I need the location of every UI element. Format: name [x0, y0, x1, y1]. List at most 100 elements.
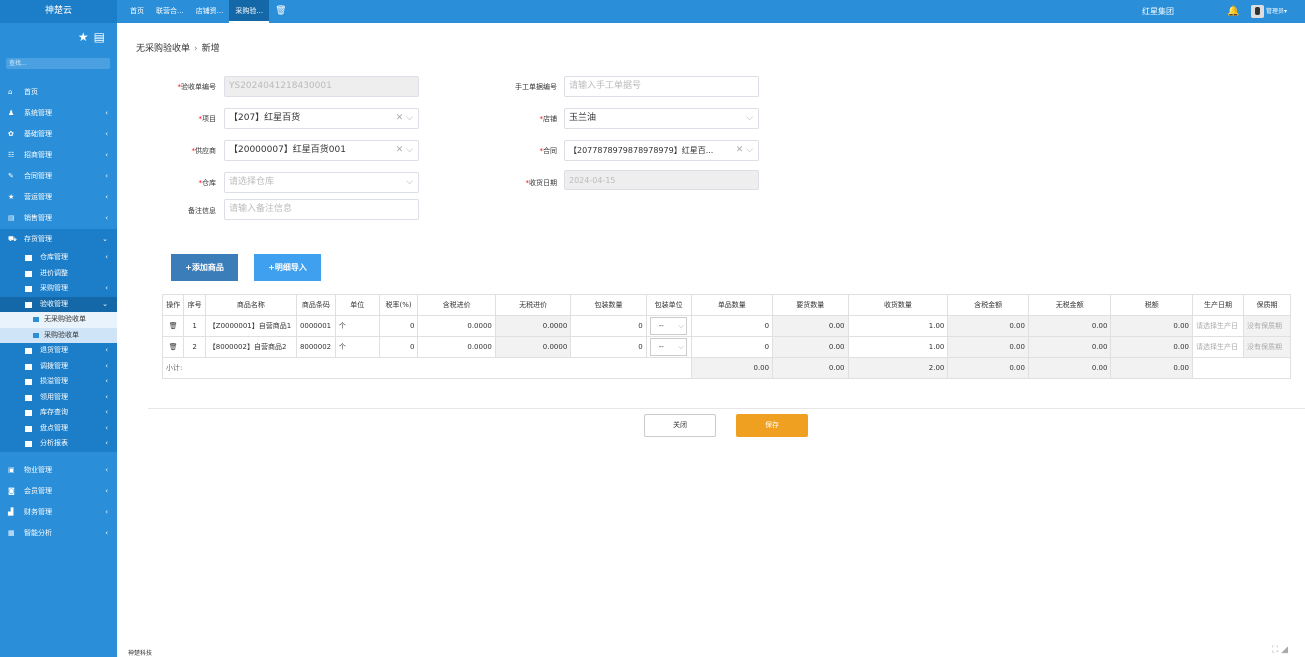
sidebar-item-member[interactable]: ◙ 会员管理 ‹: [0, 481, 117, 502]
delete-icon[interactable]: 🗑: [161, 315, 185, 337]
import-button[interactable]: +明细导入: [254, 254, 321, 281]
chevron-down-icon: ⌵: [678, 322, 684, 330]
prod-date-input[interactable]: 请选择生产日: [1192, 315, 1244, 337]
note-input[interactable]: 请输入备注信息: [224, 199, 419, 220]
sidebar-item-system[interactable]: ♟ 系统管理 ‹: [0, 103, 117, 124]
col-header: 保质期: [1242, 294, 1292, 316]
bell-icon[interactable]: 🔔: [1227, 0, 1239, 23]
recv-qty-input[interactable]: 1.00: [847, 315, 949, 337]
sidebar-subsubitem-no-purchase-receipt[interactable]: 无采购验收单: [0, 312, 117, 328]
pack-unit-select[interactable]: -- ⌵: [649, 317, 687, 335]
breadcrumb: 无采购验收单 › 新增: [136, 41, 220, 54]
sidebar-item-label: 采购验收单: [44, 330, 79, 339]
tab-home[interactable]: 首页: [124, 0, 150, 23]
sidebar-item-analysis[interactable]: ▦ 智能分析 ‹: [0, 523, 117, 544]
admin-menu[interactable]: 管理员▾: [1266, 0, 1287, 23]
prod-date-input[interactable]: 请选择生产日: [1192, 336, 1244, 358]
sidebar-item-contract[interactable]: ✎ 合同管理 ‹: [0, 166, 117, 187]
sidebar-search-input[interactable]: 查找...: [6, 58, 110, 69]
sidebar-subitem-purchase[interactable]: 采购管理 ‹: [0, 281, 117, 297]
scan-icon[interactable]: ⛶ ◢: [1272, 645, 1288, 655]
label-text: 仓库: [202, 179, 216, 187]
sidebar-item-leasing[interactable]: ☷ 招商管理 ‹: [0, 145, 117, 166]
star-icon[interactable]: ★: [78, 30, 89, 44]
sidebar-item-label: 分析报表: [40, 439, 68, 447]
chevron-left-icon: ‹: [105, 193, 108, 201]
price-tax-input[interactable]: 0.0000: [417, 336, 496, 358]
clear-chevron-icon[interactable]: ✕ ⌵: [396, 109, 413, 128]
manual-no-label: 手工单据编号: [515, 83, 557, 91]
col-header: 生产日期: [1192, 294, 1244, 316]
save-button[interactable]: 保存: [736, 414, 808, 437]
close-button[interactable]: 关闭: [644, 414, 716, 437]
item-qty-input[interactable]: 0: [690, 315, 774, 337]
square-icon: [33, 332, 39, 338]
sidebar-subitem-return[interactable]: 退货管理 ‹: [0, 343, 117, 359]
chevron-left-icon: ‹: [105, 214, 108, 222]
project-select[interactable]: 【207】红星百货 ✕ ⌵: [224, 108, 419, 129]
sidebar-subitem-stock-query[interactable]: 库存查询 ‹: [0, 405, 117, 421]
briefcase-icon: ▣: [8, 465, 15, 474]
col-header: 商品名称: [204, 294, 297, 316]
sidebar-subitem-loss[interactable]: 损溢管理 ‹: [0, 374, 117, 390]
company-name[interactable]: 红星集团: [1142, 0, 1174, 23]
sidebar-item-basic[interactable]: ✿ 基础管理 ‹: [0, 124, 117, 145]
list-icon[interactable]: ▤: [94, 30, 105, 44]
chevron-left-icon: ‹: [105, 439, 108, 447]
recv-qty-input[interactable]: 1.00: [847, 336, 949, 358]
sidebar-item-inventory[interactable]: ⛟ 存货管理 ⌄: [0, 229, 117, 250]
item-qty-input[interactable]: 0: [690, 336, 774, 358]
sidebar-subitem-receipt[interactable]: 验收管理 ⌄: [0, 296, 117, 312]
sidebar-subitem-price-adjust[interactable]: 进价调整: [0, 265, 117, 281]
trash-icon[interactable]: 🗑: [269, 0, 292, 23]
sidebar-item-finance[interactable]: ▟ 财务管理 ‹: [0, 502, 117, 523]
goods-unit: 个: [334, 336, 380, 358]
document-icon: ▦: [8, 528, 15, 537]
pack-qty-input[interactable]: 0: [570, 336, 647, 358]
sidebar-item-property[interactable]: ▣ 物业管理 ‹: [0, 460, 117, 481]
manual-no-input[interactable]: 请输入手工单据号: [564, 76, 759, 97]
grid-icon: [25, 379, 32, 385]
pack-qty-input[interactable]: 0: [570, 315, 647, 337]
contract-select[interactable]: 【2077878979878978979】红星百... ✕ ⌵: [564, 140, 759, 161]
sidebar-item-label: 存货管理: [24, 235, 52, 243]
sidebar-subitem-requisition[interactable]: 领用管理 ‹: [0, 389, 117, 405]
avatar[interactable]: [1251, 5, 1264, 18]
supplier-select[interactable]: 【20000007】红星百货001 ✕ ⌵: [224, 140, 419, 161]
sidebar-item-home[interactable]: ⌂ 首页: [0, 82, 117, 103]
warehouse-label: *仓库: [198, 179, 217, 187]
sidebar-item-sales[interactable]: ▤ 销售管理 ‹: [0, 208, 117, 229]
chart-icon: ▤: [8, 214, 15, 222]
amount-notax: 0.00: [1027, 315, 1112, 337]
add-goods-button[interactable]: +添加商品: [171, 254, 238, 281]
delete-icon[interactable]: 🗑: [161, 336, 185, 358]
sidebar-item-operation[interactable]: ★ 营运管理 ‹: [0, 187, 117, 208]
sidebar-subsubitem-purchase-receipt[interactable]: 采购验收单: [0, 327, 117, 343]
sidebar-item-label: 仓库管理: [40, 253, 68, 261]
date-field: 2024-04-15: [564, 170, 759, 190]
warehouse-placeholder: 请选择仓库: [229, 177, 275, 187]
warehouse-select[interactable]: 请选择仓库 ⌵: [224, 172, 419, 193]
sidebar-subitem-stocktake[interactable]: 盘点管理 ‹: [0, 420, 117, 436]
store-select[interactable]: 玉兰油 ⌵: [564, 108, 759, 129]
clear-chevron-icon[interactable]: ✕ ⌵: [736, 141, 753, 160]
chevron-left-icon: ‹: [105, 361, 108, 370]
tab-joint-contract[interactable]: 联营合...: [150, 0, 190, 23]
breadcrumb-parent[interactable]: 无采购验收单: [136, 44, 190, 54]
supplier-value: 【20000007】红星百货001: [229, 145, 346, 155]
sidebar-subitem-reports[interactable]: 分析报表 ‹: [0, 436, 117, 452]
sidebar-item-label: 销售管理: [24, 214, 52, 222]
tab-store-info[interactable]: 店铺资...: [190, 0, 230, 23]
subtotal-empty: [1192, 357, 1291, 379]
sidebar-subitem-warehouse[interactable]: 仓库管理 ‹: [0, 250, 117, 266]
clear-chevron-icon[interactable]: ✕ ⌵: [396, 141, 413, 160]
store-value: 玉兰油: [569, 113, 597, 123]
pack-unit-value: --: [658, 322, 664, 330]
pack-unit-select[interactable]: -- ⌵: [649, 338, 687, 356]
sidebar-subitem-transfer[interactable]: 调拨管理 ‹: [0, 358, 117, 374]
tab-purchase-receipt[interactable]: 采购验...: [229, 0, 270, 23]
chevron-left-icon: ‹: [105, 465, 108, 474]
goods-code: 8000002: [295, 336, 336, 358]
req-qty: 0.00: [772, 336, 849, 358]
price-tax-input[interactable]: 0.0000: [417, 315, 496, 337]
